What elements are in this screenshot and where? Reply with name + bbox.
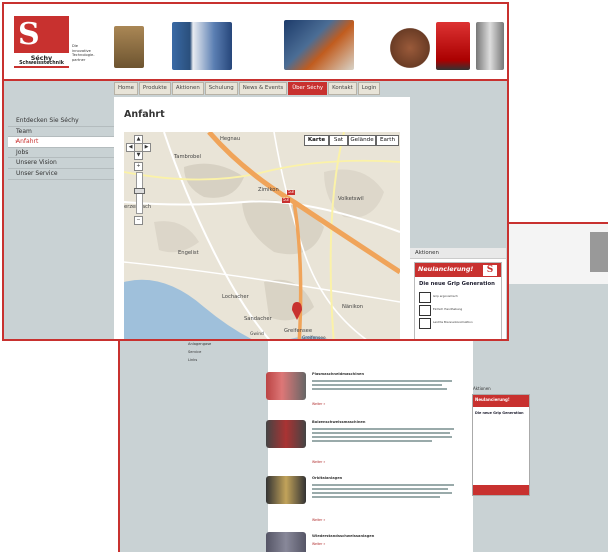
map-label: Zimikon (258, 187, 279, 193)
sidebar: Entdecken Sie Séchy Team › Anfahrt Jobs … (8, 116, 114, 180)
tab-schulung[interactable]: Schulung (204, 82, 238, 95)
torch-equipment-image (476, 22, 504, 70)
ad-logo-icon: S (483, 265, 497, 276)
ad-subtitle: Die neue Grip Generation (419, 281, 495, 287)
slogan: Die innovative Technologie- partner (72, 44, 95, 62)
product-more-link[interactable]: Weiter » (312, 518, 325, 522)
map-type-earth[interactable]: Earth (376, 135, 399, 146)
product-title: Wiederstandsschweissanlagen (312, 534, 375, 538)
sechy-logo[interactable]: S Séchy Schweisstechnik (14, 16, 69, 68)
resistance-welding-product-image (266, 532, 306, 552)
location-map[interactable]: 53 53 Hegnau Tambrobel Zimikon Volketswi… (124, 132, 400, 341)
logo-subname: Schweisstechnik (19, 61, 64, 66)
map-label: Sandacher (244, 316, 272, 322)
stud-welding-product-image (266, 420, 306, 448)
map-label: Gwind (250, 332, 264, 337)
sidebar-item-service[interactable]: Unser Service (8, 169, 114, 180)
product-title: Bolzenschweissmaschinen (312, 420, 366, 424)
aktionen-panel: Aktionen Neulancierung! S Die neue Grip … (410, 248, 506, 339)
pan-right-icon[interactable]: ▶ (142, 143, 151, 152)
map-label: Greifensee (302, 336, 326, 341)
tab-ueber-sechy[interactable]: Über Séchy (288, 82, 328, 95)
logo-letter: S (18, 17, 40, 52)
map-label: Engelist (178, 250, 199, 256)
sidebar-item-entdecken[interactable]: Entdecken Sie Séchy (8, 116, 114, 127)
ad-feature: Leichte Brennerkonstruktion (419, 318, 497, 329)
torch-icon (419, 318, 431, 329)
background-nav-item: Service (188, 350, 202, 354)
sidebar-item-vision[interactable]: Unsere Vision (8, 158, 114, 169)
site-header: S Séchy Schweisstechnik Die innovative T… (4, 4, 507, 81)
sidebar-item-team[interactable]: Team (8, 127, 114, 138)
main-content: Anfahrt 53 53 Hegnau Tambrobel Zimikon V… (114, 97, 410, 341)
product-title: Orbitalanlagen (312, 476, 343, 480)
product-title: Plasmaschneidmaschinen (312, 372, 365, 376)
zoom-in-icon[interactable]: + (134, 162, 143, 171)
tab-home[interactable]: Home (114, 82, 138, 95)
tab-aktionen[interactable]: Aktionen (171, 82, 204, 95)
robot-welding-image (284, 20, 354, 70)
welding-machine-image (114, 26, 144, 68)
zoom-out-icon[interactable]: − (134, 216, 143, 225)
map-label: Greifensee (284, 328, 313, 334)
promo-ad[interactable]: Neulancierung! S Die neue Grip Generatio… (414, 262, 502, 339)
inverter-machine-image (436, 22, 470, 70)
page-title: Anfahrt (124, 109, 165, 120)
map-label: Nänikon (342, 304, 364, 310)
tab-news-events[interactable]: News & Events (238, 82, 288, 95)
ad-feature: Grip ergonomisch (419, 292, 497, 303)
product-more-link[interactable]: Weiter » (312, 460, 325, 464)
map-label: Tambrobel (174, 154, 201, 160)
map-label: Volketswil (338, 196, 364, 202)
aktionen-heading: Aktionen (410, 248, 506, 259)
front-page-window: S Séchy Schweisstechnik Die innovative T… (2, 2, 509, 341)
sidebar-item-anfahrt[interactable]: › Anfahrt (8, 137, 114, 148)
product-more-link[interactable]: Weiter » (312, 402, 325, 406)
active-marker-icon: › (15, 138, 18, 146)
map-label: Hegnau (220, 136, 241, 142)
tab-produkte[interactable]: Produkte (138, 82, 171, 95)
welding-parts-image (386, 26, 434, 70)
spot-welding-machine-image (172, 22, 232, 70)
background-nav-item: Links (188, 358, 198, 362)
background-aktionen-ad: Aktionen Neulancierung! Die neue Grip Ge… (472, 386, 530, 496)
orbital-product-image (266, 476, 306, 504)
product-more-link[interactable]: Weiter » (312, 542, 325, 546)
pan-down-icon[interactable]: ▼ (134, 151, 143, 160)
tab-login[interactable]: Login (357, 82, 381, 95)
ad-title: Neulancierung! (418, 265, 474, 273)
map-type-gelaende[interactable]: Gelände (348, 135, 376, 146)
map-type-karte[interactable]: Karte (304, 135, 329, 146)
grip-icon (419, 292, 431, 303)
plasma-product-image (266, 372, 306, 400)
sidebar-item-jobs[interactable]: Jobs (8, 148, 114, 159)
handling-icon (419, 305, 431, 316)
road-shield: 53 (287, 190, 295, 195)
map-type-sat[interactable]: Sat (329, 135, 348, 146)
background-nav-item: Anlagengase (188, 342, 212, 346)
zoom-slider-handle[interactable] (134, 188, 145, 194)
ad-feature: Einfach Handhabung (419, 305, 497, 316)
map-label: Lochacher (222, 294, 249, 300)
road-shield: 53 (282, 198, 290, 203)
tab-kontakt[interactable]: Kontakt (328, 82, 357, 95)
main-navigation: Home Produkte Aktionen Schulung News & E… (114, 82, 381, 95)
